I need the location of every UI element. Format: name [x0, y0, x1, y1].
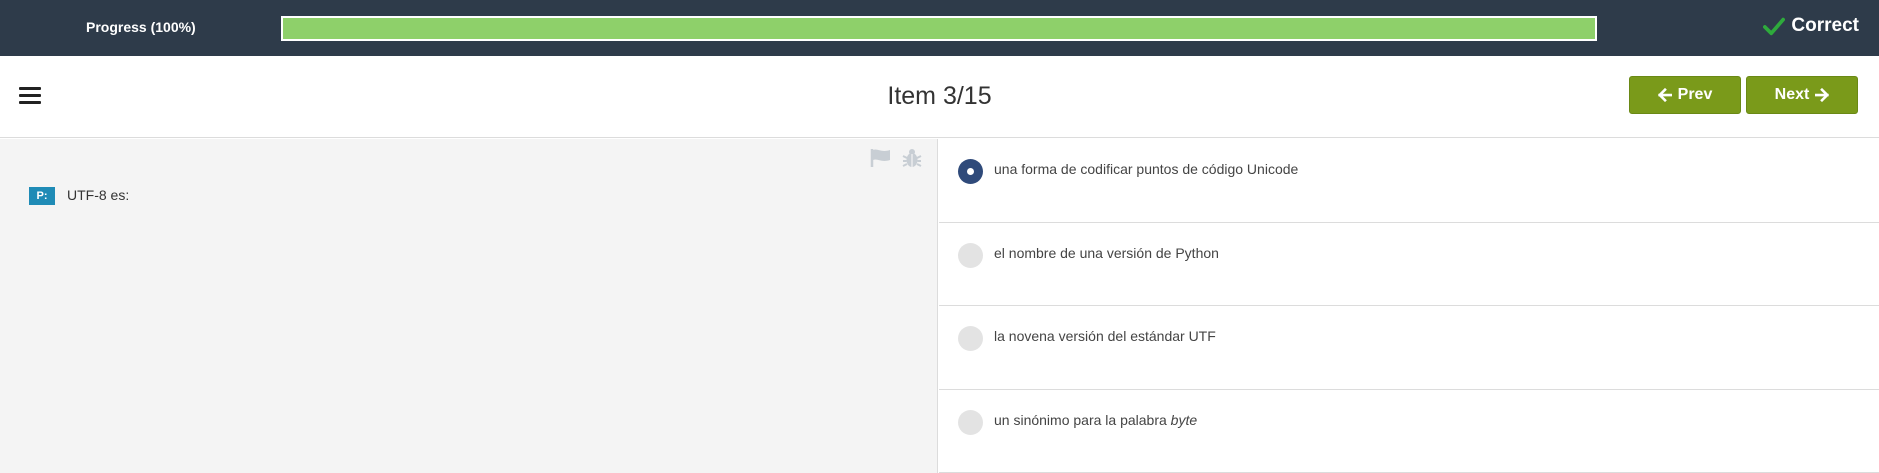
progress-fill	[283, 18, 1595, 39]
option-text: la novena versión del estándar UTF	[994, 328, 1216, 344]
radio-button[interactable]	[958, 242, 983, 268]
next-label: Next	[1774, 86, 1810, 103]
answer-option[interactable]: una forma de codificar puntos de código …	[939, 139, 1879, 223]
checkmark-icon	[1763, 17, 1786, 36]
radio-button[interactable]	[958, 326, 983, 351]
question-panel: P: UTF-8 es:	[0, 139, 938, 473]
arrow-right-icon	[1815, 88, 1830, 102]
progress-bar-header: Progress (100%) Correct	[0, 0, 1879, 56]
question-text: UTF-8 es:	[67, 187, 130, 203]
next-button[interactable]: Next	[1746, 76, 1858, 114]
answer-option[interactable]: un sinónimo para la palabra byte	[939, 390, 1879, 473]
answer-option[interactable]: la novena versión del estándar UTF	[939, 306, 1879, 390]
prev-label: Prev	[1677, 86, 1713, 103]
progress-track	[281, 16, 1597, 41]
option-text: un sinónimo para la palabra byte	[994, 411, 1198, 428]
item-header: Item 3/15 Prev Next	[0, 56, 1879, 138]
status-text: Correct	[1791, 15, 1859, 36]
item-title: Item 3/15	[887, 82, 992, 110]
answer-option[interactable]: el nombre de una versión de Python	[939, 223, 1879, 306]
status-correct: Correct	[1763, 15, 1859, 37]
question-badge: P:	[29, 187, 55, 205]
bug-icon[interactable]	[902, 148, 922, 168]
progress-label: Progress (100%)	[86, 19, 196, 35]
prev-button[interactable]: Prev	[1629, 76, 1741, 114]
radio-button[interactable]	[958, 159, 983, 184]
option-text: el nombre de una versión de Python	[994, 244, 1219, 261]
radio-button[interactable]	[958, 409, 983, 435]
flag-icon[interactable]	[870, 148, 892, 168]
answer-options: una forma de codificar puntos de código …	[939, 139, 1879, 473]
arrow-left-icon	[1657, 88, 1672, 102]
option-text: una forma de codificar puntos de código …	[994, 161, 1299, 177]
